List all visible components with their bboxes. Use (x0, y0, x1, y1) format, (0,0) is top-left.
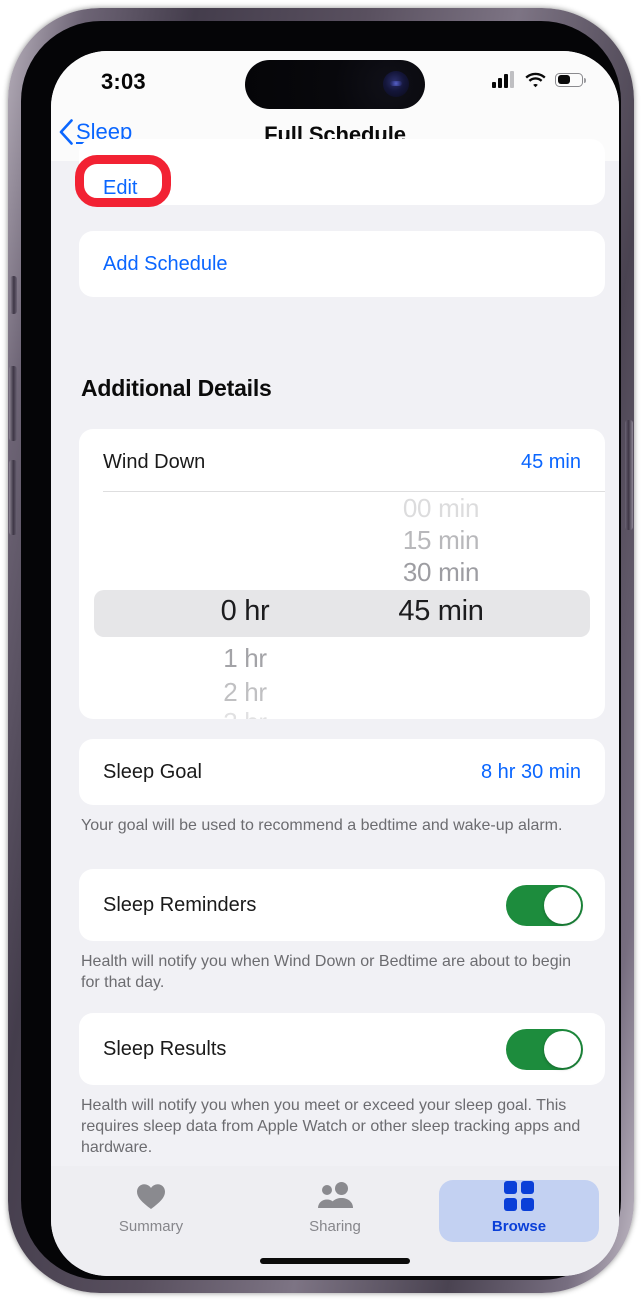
sleep-goal-footnote: Your goal will be used to recommend a be… (81, 817, 563, 834)
sleep-goal-value: 8 hr 30 min (480, 761, 581, 783)
sleep-results-toggle[interactable] (506, 1029, 583, 1070)
status-bar: 3:03 (51, 51, 619, 113)
wind-down-value: 45 min (520, 451, 581, 473)
edit-button[interactable]: Edit (103, 177, 137, 200)
picker-option-hour[interactable]: 1 hr (145, 643, 345, 674)
wifi-icon (525, 72, 546, 88)
status-indicators (492, 71, 586, 88)
sleep-reminders-footnote: Health will notify you when Wind Down or… (81, 953, 572, 992)
picker-selected-hour[interactable]: 0 hr (145, 595, 345, 628)
phone-screen: 3:03 Sleep Full Schedule Edit Add Schedu… (51, 51, 619, 1276)
wind-down-card[interactable]: Wind Down 45 min 00 min 15 min 30 min 0 … (79, 429, 605, 719)
scroll-content[interactable]: Edit Add Schedule Additional Details Win… (51, 139, 619, 1166)
sleep-reminders-card: Sleep Reminders (79, 869, 605, 941)
add-schedule-card[interactable]: Add Schedule (79, 231, 605, 297)
toggle-knob (544, 1031, 581, 1068)
sleep-results-card: Sleep Results (79, 1013, 605, 1085)
add-schedule-button[interactable]: Add Schedule (103, 253, 228, 276)
power-button[interactable] (625, 420, 633, 530)
grid-squares-icon (504, 1180, 534, 1212)
picker-option-minute[interactable]: 00 min (327, 493, 555, 524)
picker-option-minute[interactable]: 15 min (327, 525, 555, 556)
cellular-signal-icon (492, 71, 516, 88)
volume-up-button[interactable] (9, 366, 17, 441)
silence-switch[interactable] (10, 276, 17, 314)
sleep-reminders-toggle[interactable] (506, 885, 583, 926)
picker-option-hour[interactable]: 2 hr (145, 677, 345, 708)
phone-bezel: 3:03 Sleep Full Schedule Edit Add Schedu… (21, 21, 621, 1280)
battery-fill (557, 75, 570, 84)
status-time: 3:03 (101, 69, 146, 94)
tab-sharing[interactable]: Sharing (255, 1180, 415, 1242)
battery-icon (555, 72, 586, 87)
tab-summary[interactable]: Summary (71, 1180, 231, 1242)
front-camera-icon (383, 71, 409, 97)
people-icon (317, 1180, 353, 1212)
tab-browse[interactable]: Browse (439, 1180, 599, 1242)
phone-frame: 3:03 Sleep Full Schedule Edit Add Schedu… (8, 8, 634, 1293)
volume-down-button[interactable] (9, 460, 17, 535)
battery-tip (584, 78, 586, 83)
tab-sharing-label: Sharing (309, 1218, 361, 1235)
picker-option-minute[interactable]: 30 min (327, 557, 555, 588)
sleep-results-footnote: Health will notify you when you meet or … (81, 1097, 581, 1157)
tab-browse-label: Browse (491, 1218, 547, 1235)
tab-bar: Summary Sharing Browse (51, 1166, 619, 1276)
dynamic-island (245, 60, 425, 109)
section-header-additional-details: Additional Details (81, 375, 272, 401)
sleep-results-label: Sleep Results (103, 1038, 227, 1060)
toggle-knob (544, 887, 581, 924)
heart-icon (136, 1180, 166, 1212)
picker-option-hour[interactable]: 3 hr (145, 707, 345, 719)
wind-down-duration-picker[interactable]: 00 min 15 min 30 min 0 hr 45 min 1 hr 2 … (79, 491, 605, 719)
sleep-goal-label: Sleep Goal (103, 761, 202, 783)
sleep-reminders-label: Sleep Reminders (103, 894, 257, 916)
picker-selected-minute[interactable]: 45 min (327, 595, 555, 628)
wind-down-label: Wind Down (103, 451, 206, 473)
sleep-goal-card[interactable]: Sleep Goal 8 hr 30 min (79, 739, 605, 805)
tab-summary-label: Summary (118, 1218, 184, 1235)
home-indicator[interactable] (260, 1258, 410, 1264)
edit-card: Edit (79, 139, 605, 205)
